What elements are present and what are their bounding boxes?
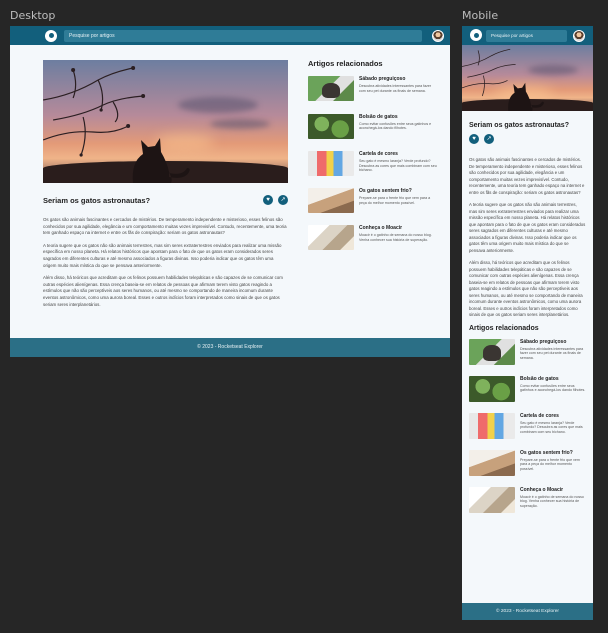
related-thumbnail: [308, 113, 354, 139]
related-item[interactable]: Bolsão de gatos Como evitar confusões en…: [469, 375, 586, 406]
post-paragraph: Além disso, há teóricos que acreditam qu…: [43, 275, 283, 307]
related-item-desc: Moacir é o gatinho de semana do nosso bl…: [520, 494, 584, 509]
related-thumbnail: [308, 225, 354, 251]
post-paragraph: A teoria sugere que os gatos não são ani…: [469, 202, 586, 253]
post-title: Seriam os gatos astronautas?: [43, 195, 151, 205]
related-item-desc: Seu gato é mesmo laranja? Verde profundo…: [359, 158, 437, 173]
related-item[interactable]: Cartela de cores Seu gato é mesmo laranj…: [469, 412, 586, 443]
header: Pesquise por artigos: [462, 26, 593, 45]
related-thumbnail: [469, 338, 515, 365]
paw-logo-icon[interactable]: [470, 29, 482, 41]
post-paragraph: Os gatos são animais fascinantes e cerca…: [469, 157, 585, 195]
related-thumbnail: [469, 449, 515, 476]
cat-silhouette: [132, 138, 190, 183]
like-button[interactable]: ♥: [263, 195, 273, 205]
footer: © 2023 - Rocketseat Explorer: [462, 603, 593, 620]
related-thumbnail: [469, 375, 515, 402]
post-paragraph: A teoria sugere que os gatos não são ani…: [43, 242, 282, 268]
related-item[interactable]: Cartela de cores Seu gato é mesmo laranj…: [308, 150, 438, 180]
related-thumbnail: [469, 412, 515, 439]
related-item-title: Bolsão de gatos: [520, 375, 559, 382]
related-item[interactable]: Sábado preguiçoso Descubra atividades in…: [308, 76, 438, 105]
related-item-title: Os gatos sentem frio?: [520, 449, 573, 456]
related-thumbnail: [308, 150, 354, 176]
hero-image: [462, 45, 593, 111]
search-input[interactable]: Pesquise por artigos: [486, 29, 567, 42]
related-item-title: Os gatos sentem frio?: [359, 188, 412, 195]
related-aside: Artigos relacionados Sábado preguiçoso D…: [308, 59, 438, 254]
related-item-desc: Como evitar confusões entre seus gatinho…: [520, 383, 586, 393]
search-placeholder: Pesquise por artigos: [491, 32, 533, 38]
related-item-desc: Prepare-se para o frente frio que vem pa…: [359, 196, 431, 205]
footer-text: © 2023 - Rocketseat Explorer: [496, 609, 559, 614]
post-main: Seriam os gatos astronautas? ♥ ↗ Os gato…: [43, 60, 288, 314]
related-item-title: Sábado preguiçoso: [520, 338, 567, 345]
post-paragraph: Além disso, há teóricos que acreditam qu…: [469, 260, 583, 317]
hero-image: [43, 60, 288, 183]
post-title: Seriam os gatos astronautas?: [469, 122, 569, 129]
related-item-title: Cartela de cores: [520, 412, 559, 419]
related-item-desc: Prepare-se para o frente frio que vem pa…: [520, 457, 580, 472]
post-body: Os gatos são animais fascinantes e cerca…: [43, 217, 288, 308]
desktop-frame-label: Desktop: [10, 9, 56, 22]
related-item-desc: Moacir é o gatinho de semana do nosso bl…: [359, 233, 432, 243]
avatar[interactable]: [573, 29, 585, 42]
header: Pesquise por artigos: [10, 26, 450, 45]
related-thumbnail: [469, 486, 515, 513]
related-item[interactable]: Conheça o Moacir Moacir é o gatinho de s…: [308, 225, 438, 254]
related-thumbnail: [308, 76, 354, 102]
related-item-title: Conheça o Moacir: [520, 486, 564, 493]
like-button[interactable]: ♥: [469, 134, 479, 144]
related-item[interactable]: Conheça o Moacir Moacir é o gatinho de s…: [469, 486, 586, 517]
mobile-frame: Pesquise por artigos Seriam os gatos ast…: [462, 26, 593, 620]
related-title: Artigos relacionados: [308, 59, 383, 68]
footer-text: © 2023 - Rocketseat Explorer: [197, 344, 263, 350]
related-item-title: Conheça o Moacir: [359, 225, 403, 232]
avatar[interactable]: [432, 29, 444, 42]
related-item-desc: Descubra atividades interessantes para f…: [520, 346, 584, 361]
share-button[interactable]: ↗: [484, 134, 494, 144]
mobile-frame-label: Mobile: [462, 9, 499, 22]
post-paragraph: Os gatos são animais fascinantes e cerca…: [43, 217, 287, 236]
related-item-title: Sábado preguiçoso: [359, 76, 406, 83]
related-item-title: Cartela de cores: [359, 150, 398, 157]
related-item-desc: Descubra atividades interessantes para f…: [359, 84, 432, 94]
paw-logo-icon[interactable]: [45, 29, 57, 42]
post-body: Os gatos são animais fascinantes e cerca…: [469, 157, 586, 319]
desktop-frame: Pesquise por artigos Seriam os gatos ast…: [10, 26, 450, 357]
related-title: Artigos relacionados: [469, 324, 539, 332]
share-button[interactable]: ↗: [278, 195, 288, 205]
related-thumbnail: [308, 188, 354, 214]
related-item-title: Bolsão de gatos: [359, 113, 398, 120]
footer: © 2023 - Rocketseat Explorer: [10, 338, 450, 357]
related-item[interactable]: Os gatos sentem frio? Prepare-se para o …: [308, 188, 438, 217]
related-item-desc: Seu gato é mesmo laranja? Verde profundo…: [520, 420, 583, 435]
related-item-desc: Como evitar confusões entre seus gatinho…: [359, 121, 432, 131]
search-input[interactable]: Pesquise por artigos: [64, 29, 422, 42]
search-placeholder: Pesquise por artigos: [69, 32, 115, 39]
related-item[interactable]: Os gatos sentem frio? Prepare-se para o …: [469, 449, 586, 480]
cat-silhouette: [508, 82, 544, 111]
related-item[interactable]: Sábado preguiçoso Descubra atividades in…: [469, 338, 586, 369]
related-item[interactable]: Bolsão de gatos Como evitar confusões en…: [308, 113, 438, 143]
